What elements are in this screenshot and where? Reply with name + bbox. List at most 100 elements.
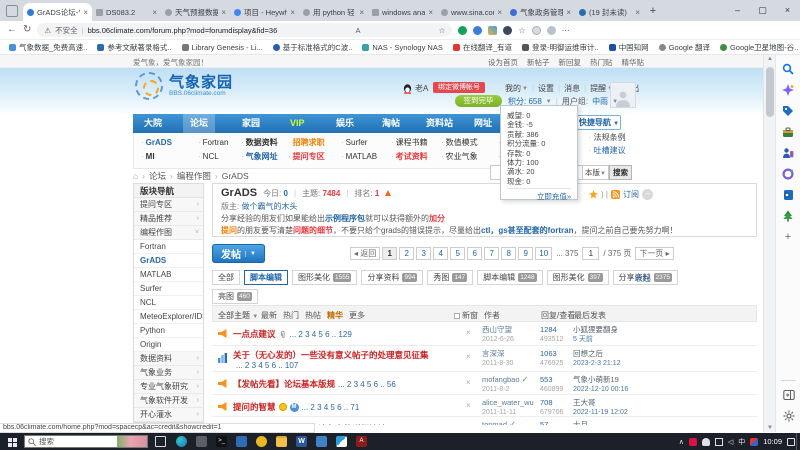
thread-author[interactable]: 西山守望 [482,325,512,334]
search-scope-select[interactable]: 本版▼ [583,165,609,180]
page-3[interactable]: 3 [416,247,431,260]
tab-close-icon[interactable]: × [152,8,157,17]
subnav-mi[interactable]: ·MI [141,150,193,164]
thread-pages[interactable]: ... 2 3 4 5 6 .. 129 [290,330,352,339]
tab-bright-plots[interactable]: 亮图460 [212,289,258,304]
subnav-weather-urls[interactable]: ·气象网址 [241,150,285,164]
ime-app-icon[interactable] [750,438,758,446]
page-jump-input[interactable] [582,247,599,260]
word-app-icon[interactable]: W [296,436,307,447]
last-reply-time[interactable]: 5 天前 [573,336,593,343]
thread-pages[interactable]: ... 2 3 4 5 6 [389,425,429,426]
task-view-icon[interactable] [155,436,166,447]
start-button[interactable] [0,433,24,450]
thread-title[interactable]: 一点点建议 [233,328,276,340]
browser-tab-0[interactable]: GrADS论坛-气 × [23,3,92,21]
ime-chinese-icon[interactable]: 中 [738,437,745,447]
url-field[interactable]: ⚠ 不安全 | bbs.06climate.com/forum.php?mod=… [37,23,452,37]
thread-author[interactable]: alice_water_wu [482,398,534,407]
people-icon[interactable] [781,146,795,160]
new-window-checkbox[interactable] [454,313,460,319]
thread-title[interactable]: 提问的智慧 [233,401,276,413]
filter-more[interactable]: 更多 [349,310,365,321]
panel-icon[interactable] [782,388,796,402]
quick-nav-button[interactable]: 快捷导航 ▼ [577,115,621,130]
add-icon[interactable]: + [781,230,795,244]
tab-share-material[interactable]: 分享资料994 [361,270,423,285]
tab-script-edit[interactable]: 脚本编辑 [244,270,288,285]
translate-extension-icon[interactable] [488,26,497,35]
browser-tab-2[interactable]: 天气预报数据 × [161,3,230,21]
dismiss-icon[interactable]: × [466,352,471,361]
subnav-fortran[interactable]: ·Fortran [198,136,238,150]
tab-close-icon[interactable]: × [221,8,226,17]
favorites-bar-icon[interactable]: ☆ [518,26,525,35]
search-button[interactable]: 搜索 [609,165,632,180]
nav-forum[interactable]: 论坛 [183,114,215,133]
link-digest-posts[interactable]: 精华贴 [622,57,645,68]
nav-data-station[interactable]: 资料站 [419,114,460,133]
link-new-replies[interactable]: 新回复 [559,57,582,68]
link-new-posts[interactable]: 新帖子 [527,57,550,68]
page-5[interactable]: 5 [450,247,465,260]
thread-author[interactable]: 言深深 [482,349,505,358]
bookmark-item[interactable]: 在线翻译_有道 [453,42,512,53]
filter-popular[interactable]: 热门 [283,310,299,321]
dismiss-icon[interactable]: × [466,378,471,387]
minimize-button[interactable]: – [725,0,750,20]
browser-tab-7[interactable]: 气象政务管理 × [506,3,575,21]
tab-show-plots[interactable]: 秀图147 [427,270,473,285]
subnav-ncl[interactable]: ·NCL [198,150,238,164]
subnav-surfer[interactable]: ·Surfer [341,136,387,150]
filter-scope[interactable]: 全部主题 ▼ [218,310,258,321]
browser-tab-8[interactable]: (19 封未读) × [575,3,644,21]
page-back-button[interactable]: ◂ 返回 [350,247,380,260]
subnav-agro[interactable]: ·农业气象 [441,150,491,164]
sidebar-item-meteoexplorer[interactable]: MeteoExplorer/IDL/ [134,310,203,324]
usergroup-link[interactable]: 中雨 [592,96,608,107]
search-highlight-image[interactable] [117,436,147,447]
menu-reminders[interactable]: 提醒 [590,83,606,94]
sidebar-item-origin[interactable]: Origin [134,338,203,352]
subnav-models[interactable]: ·数值模式 [441,136,491,150]
keepass-app-icon[interactable] [256,436,267,447]
bookmark-item[interactable]: 中国知网 [609,42,649,53]
browser-tab-5[interactable]: windows anac × [368,3,437,21]
close-button[interactable]: × [775,0,800,20]
sidebar-item-programming[interactable]: 编程作图˅ [134,226,203,240]
dismiss-icon[interactable]: × [466,423,471,425]
discover-icon[interactable] [781,83,795,97]
sidebar-item-qa[interactable]: 提问专区› [134,198,203,212]
tab-close-icon[interactable]: × [290,8,295,17]
favorite-star-icon[interactable]: ☆ [439,26,446,35]
outlook-icon[interactable] [781,188,795,202]
bookmark-item[interactable]: Google卫星地图-谷.. [720,42,798,53]
filter-digest[interactable]: 精华 [327,310,343,321]
sidebar-item-featured[interactable]: 精品推荐› [134,212,203,226]
nav-home[interactable]: 家园 [235,114,267,133]
recharge-link[interactable]: 立即充值» [507,188,571,202]
games-icon[interactable] [781,167,795,181]
sidebar-item-fortran[interactable]: Fortran [134,240,203,254]
bookmark-item[interactable]: 基于标准格式的C波.. [273,42,353,53]
subnav-matlab[interactable]: ·MATLAB [341,150,387,164]
thread-pages[interactable]: ... 2 3 4 5 6 .. 71 [302,403,360,412]
link-hot-posts[interactable]: 热门贴 [590,57,613,68]
collapse-circle-icon[interactable]: – [642,189,653,200]
rss-icon[interactable] [611,190,620,199]
subnav-data[interactable]: ·数据资料 [241,136,285,150]
nav-dayuan[interactable]: 大院 [137,114,169,133]
profile-avatar-icon[interactable] [547,26,556,35]
breadcrumb-forum[interactable]: 论坛 [149,170,166,182]
sidebar-item-surfer[interactable]: Surfer [134,282,203,296]
favorite-star-icon[interactable] [589,190,598,199]
action-center-icon[interactable] [787,438,795,446]
tag-icon[interactable] [781,104,795,118]
volume-icon[interactable]: ◁ [728,438,733,446]
sidebar-item-python[interactable]: Python [134,324,203,338]
thread-pages[interactable]: ... 2 3 4 5 6 .. 56 [338,380,396,389]
sidebar-item-operations[interactable]: 气象业务› [134,366,203,380]
browser-tab-1[interactable]: DS083.2 × [92,3,161,21]
settings-icon[interactable] [782,409,796,423]
qq-user[interactable]: 老A [403,83,428,94]
